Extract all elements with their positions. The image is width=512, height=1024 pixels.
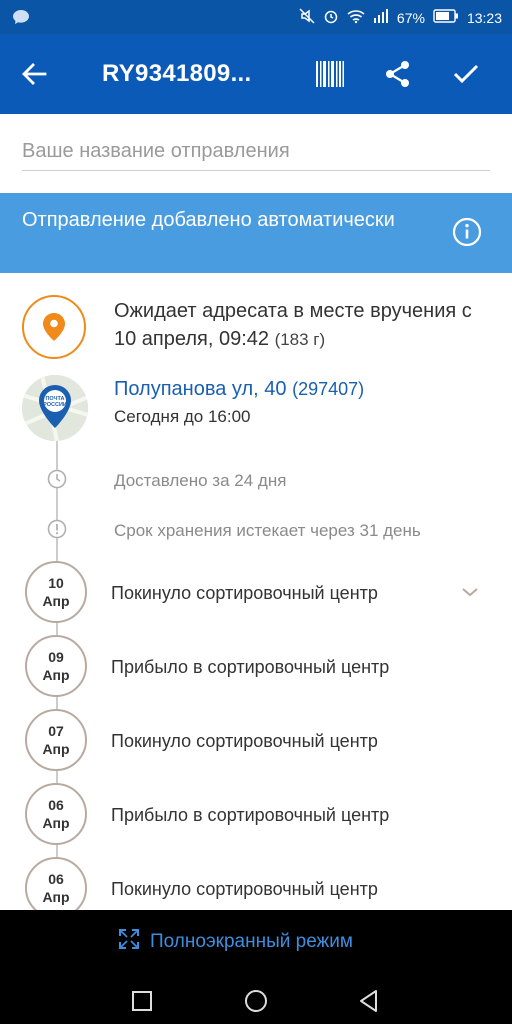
back-triangle-icon[interactable]	[356, 988, 382, 1014]
recent-apps-icon[interactable]	[129, 988, 155, 1014]
event-label-3: Покинуло сортировочный центр	[111, 731, 378, 751]
clock: 13:23	[466, 9, 502, 26]
status-bar: 67% 13:23	[0, 0, 512, 34]
post-office-map-icon[interactable]: ПОЧТА РОССИИ	[22, 375, 88, 441]
event-month: Апр	[42, 889, 70, 905]
auto-added-banner: Отправление добавлено автоматически	[0, 193, 512, 273]
alarm-icon	[323, 8, 339, 27]
event-month: Апр	[42, 815, 70, 831]
tracking-number-title: RY9341809...	[102, 60, 252, 87]
chevron-down-icon[interactable]	[460, 582, 480, 602]
bottom-panel: Полноэкранный режим	[0, 910, 512, 1024]
tracking-timeline: Ожидает адресата в месте вручения с 10 а…	[0, 273, 512, 910]
shipment-name-input[interactable]	[22, 132, 490, 171]
event-date-3: 07 Апр	[25, 709, 87, 771]
expand-icon	[118, 928, 140, 956]
chat-notification-icon	[12, 8, 30, 29]
event-date-5: 06 Апр	[25, 857, 87, 910]
event-day: 06	[48, 797, 64, 813]
event-month: Апр	[42, 741, 70, 757]
checkmark-icon[interactable]	[448, 56, 484, 92]
office-hours: Сегодня до 16:00	[114, 407, 251, 426]
battery-percent: 67%	[396, 9, 425, 26]
event-label-4: Прибыло в сортировочный центр	[111, 805, 390, 825]
home-icon[interactable]	[243, 988, 269, 1014]
fullscreen-button[interactable]: Полноэкранный режим	[118, 928, 353, 956]
event-day: 10	[48, 575, 64, 591]
event-date-4: 06 Апр	[25, 783, 87, 845]
app-bar: RY9341809...	[0, 34, 512, 114]
svg-text:РОССИИ: РОССИИ	[43, 402, 67, 408]
event-label-1: Покинуло сортировочный центр	[111, 583, 378, 603]
post-office-address[interactable]: Полупанова ул, 40 (297407)	[114, 378, 364, 401]
event-day: 09	[48, 649, 64, 665]
office-street[interactable]: Полупанова ул, 40	[114, 378, 287, 400]
event-label-5: Покинуло сортировочный центр	[111, 879, 378, 899]
office-zip[interactable]: (297407)	[292, 379, 364, 399]
barcode-icon[interactable]	[312, 56, 348, 92]
mute-icon	[299, 8, 315, 27]
clock-icon	[47, 469, 67, 489]
parcel-weight: (183 г)	[274, 330, 326, 349]
event-label-2: Прибыло в сортировочный центр	[111, 657, 390, 677]
share-icon[interactable]	[380, 56, 416, 92]
fullscreen-label: Полноэкранный режим	[150, 931, 353, 952]
wifi-icon	[347, 8, 365, 27]
banner-text: Отправление добавлено автоматически	[22, 209, 395, 231]
event-date-1: 10 Апр	[25, 561, 87, 623]
event-day: 07	[48, 723, 64, 739]
event-month: Апр	[42, 593, 70, 609]
warning-icon	[47, 519, 67, 539]
delivery-status: Ожидает адресата в месте вручения с 10 а…	[114, 297, 484, 354]
storage-expiry: Срок хранения истекает через 31 день	[114, 521, 421, 540]
battery-icon	[433, 9, 459, 26]
event-date-2: 09 Апр	[25, 635, 87, 697]
signal-icon	[373, 8, 389, 27]
event-day: 06	[48, 871, 64, 887]
back-arrow-icon[interactable]	[18, 58, 50, 90]
android-nav-bar	[0, 976, 512, 1024]
info-icon[interactable]	[452, 217, 482, 247]
location-pin-icon	[22, 295, 86, 359]
delivered-duration: Доставлено за 24 дня	[114, 471, 287, 490]
event-month: Апр	[42, 667, 70, 683]
